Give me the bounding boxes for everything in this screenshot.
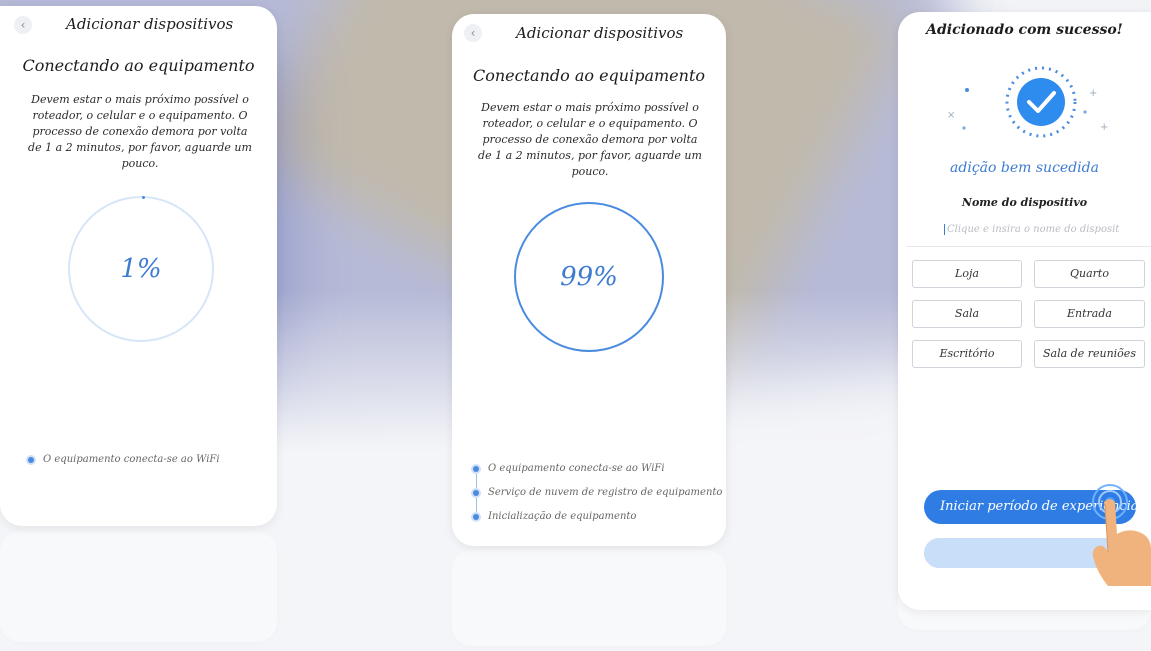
room-tag-entrada[interactable]: Entrada <box>1034 300 1145 328</box>
screen-connecting-2: ‹ Adicionar dispositivos Conectando ao e… <box>452 14 726 546</box>
check-circle-icon: × + + <box>947 66 1108 138</box>
chevron-left-icon[interactable]: ‹ <box>14 16 32 34</box>
divider <box>906 246 1151 247</box>
step-item: Serviço de nuvem de registro de equipame… <box>473 487 722 498</box>
page-title: Adicionar dispositivos <box>66 15 234 33</box>
step-dot-icon <box>473 489 479 496</box>
section-title: Conectando ao equipamento <box>472 66 706 85</box>
page-title: Adicionado com sucesso! <box>926 22 1123 38</box>
room-tag-escritorio[interactable]: Escritório <box>912 340 1022 368</box>
screen-reflection <box>0 532 277 642</box>
screen-success: Adicionado com sucesso! × + + adição bem… <box>898 12 1151 610</box>
step-dot-icon <box>473 465 479 472</box>
screen-reflection <box>452 550 726 646</box>
svg-text:+: + <box>1100 122 1108 133</box>
step-item: Inicialização de equipamento <box>473 511 636 522</box>
section-title: Conectando ao equipamento <box>22 56 255 75</box>
room-tag-sala-de-reunioes[interactable]: Sala de reuniões <box>1034 340 1145 368</box>
progress-percent: 1% <box>120 254 162 284</box>
instructions-text: Devem estar o mais próximo possível o ro… <box>478 101 702 178</box>
progress-percent: 99% <box>560 262 618 292</box>
instructions-text: Devem estar o mais próximo possível o ro… <box>28 93 252 170</box>
step-dot-icon <box>28 456 34 463</box>
room-tag-sala[interactable]: Sala <box>912 300 1022 328</box>
svg-text:+: + <box>1089 88 1097 99</box>
page-title: Adicionar dispositivos <box>516 24 684 42</box>
screen-connecting-1: ‹ Adicionar dispositivos Conectando ao e… <box>0 6 277 526</box>
step-dot-icon <box>473 513 479 520</box>
chevron-left-icon[interactable]: ‹ <box>464 24 482 42</box>
pointing-hand-icon <box>1092 484 1151 586</box>
step-item: O equipamento conecta-se ao WiFi <box>473 463 665 474</box>
progress-arc <box>142 196 145 199</box>
room-tag-quarto[interactable]: Quarto <box>1034 260 1145 288</box>
room-tag-loja[interactable]: Loja <box>912 260 1022 288</box>
device-name-label: Nome do dispositivo <box>961 196 1088 209</box>
step-item: O equipamento conecta-se ao WiFi <box>28 454 220 465</box>
success-text: adição bem sucedida <box>950 160 1099 176</box>
svg-text:×: × <box>947 110 955 121</box>
device-name-input[interactable]: Clique e insira o nome do disposit <box>944 224 1147 235</box>
